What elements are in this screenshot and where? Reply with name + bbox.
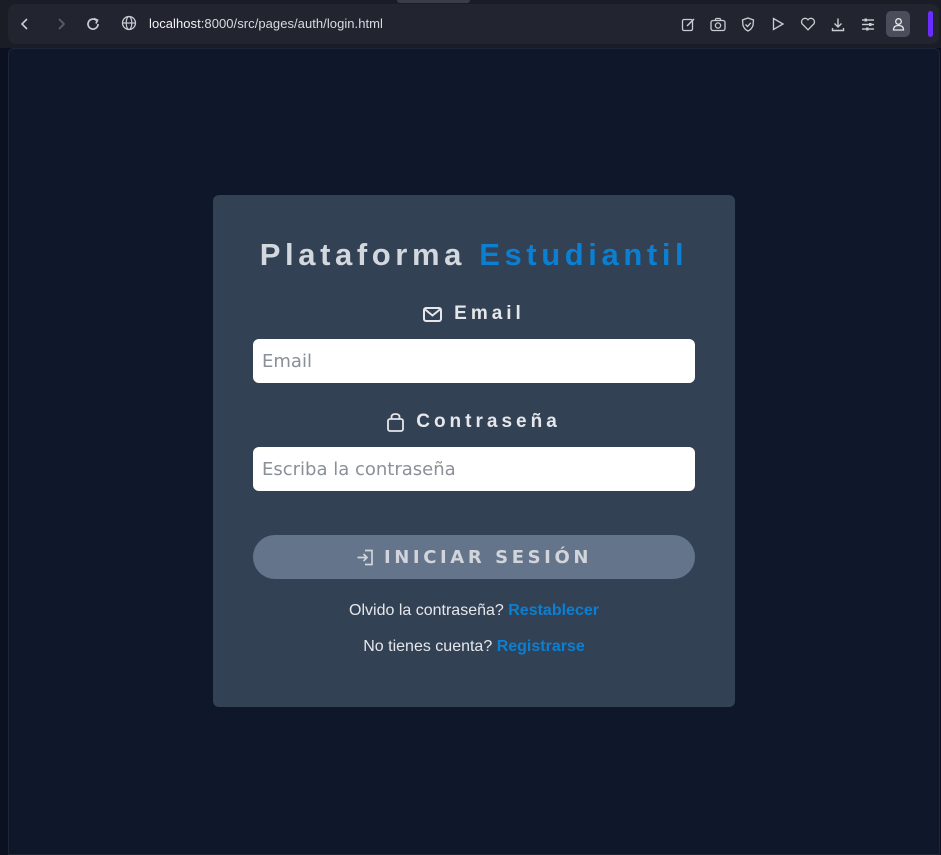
title-accent: Estudiantil [479, 237, 689, 272]
email-label-text: Email [454, 303, 525, 324]
camera-icon[interactable] [707, 13, 729, 35]
edit-icon[interactable] [677, 13, 699, 35]
menu-list-icon[interactable] [857, 13, 879, 35]
login-button[interactable]: INICIAR SESIÓN [253, 535, 695, 579]
back-arrow-icon[interactable] [13, 12, 37, 36]
heart-icon[interactable] [797, 13, 819, 35]
reload-icon[interactable] [81, 12, 105, 36]
tab-indicator [397, 0, 470, 3]
password-label-text: Contraseña [416, 411, 561, 432]
sign-in-icon [357, 549, 373, 565]
password-label: Contraseña [213, 411, 735, 433]
shield-icon[interactable] [737, 13, 759, 35]
login-card: Plataforma Estudiantil Email Contraseña … [213, 195, 735, 707]
profile-icon[interactable] [886, 11, 910, 37]
download-icon[interactable] [827, 13, 849, 35]
url-host: localhost [149, 16, 201, 31]
sidebar-accent[interactable] [928, 11, 933, 37]
login-button-label: INICIAR SESIÓN [383, 546, 593, 568]
forgot-password-line: Olvido la contraseña? Restablecer [213, 602, 735, 620]
reset-password-link[interactable]: Restablecer [508, 602, 599, 619]
browser-chrome: localhost:8000/src/pages/auth/login.html [0, 0, 941, 48]
register-link[interactable]: Registrarse [497, 638, 585, 655]
url-path: :8000/src/pages/auth/login.html [200, 16, 383, 31]
forward-arrow-icon[interactable] [49, 12, 73, 36]
envelope-icon [423, 306, 443, 322]
email-label: Email [213, 303, 735, 325]
lock-icon [387, 412, 405, 432]
address-bar[interactable]: localhost:8000/src/pages/auth/login.html [149, 16, 383, 31]
browser-toolbar: localhost:8000/src/pages/auth/login.html [8, 4, 939, 44]
email-field[interactable] [253, 339, 695, 383]
title-main: Plataforma [259, 237, 466, 272]
forgot-password-text: Olvido la contraseña? [349, 602, 504, 619]
password-field[interactable] [253, 447, 695, 491]
register-text: No tienes cuenta? [363, 638, 493, 655]
play-icon[interactable] [767, 13, 789, 35]
page-title: Plataforma Estudiantil [213, 237, 735, 273]
register-line: No tienes cuenta? Registrarse [213, 638, 735, 656]
globe-icon[interactable] [121, 15, 139, 33]
